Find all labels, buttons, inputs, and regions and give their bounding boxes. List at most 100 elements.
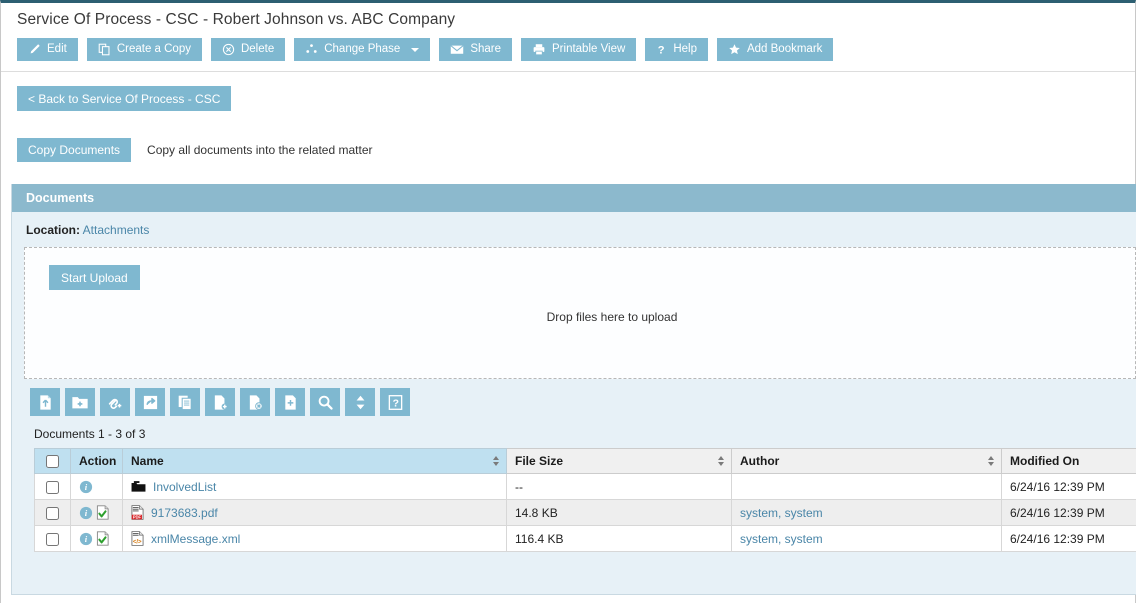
change-phase-button[interactable]: Change Phase (294, 38, 431, 61)
location-link-attachments[interactable]: Attachments (83, 223, 150, 237)
help-button[interactable]: ? Help (645, 38, 708, 61)
table-row: i PDF 9173683.pdf 14.8 KB system, system… (34, 499, 1136, 526)
row-modified-on-cell: 6/24/16 12:39 PM (1001, 473, 1136, 500)
star-icon (728, 43, 741, 56)
delete-circle-icon (222, 43, 235, 56)
row-select-cell (34, 525, 71, 552)
question-mark-icon: ? (656, 43, 667, 56)
start-upload-button[interactable]: Start Upload (49, 265, 140, 290)
main-toolbar: Edit Create a Copy Delete Change Phase S… (1, 29, 1135, 61)
sort-button[interactable] (345, 388, 375, 416)
sort-indicator-name[interactable] (493, 456, 499, 466)
file-dropzone[interactable]: Start Upload Drop files here to upload (24, 247, 1136, 379)
move-document-button[interactable] (135, 388, 165, 416)
row-file-size-cell: 14.8 KB (506, 499, 732, 526)
copy-documents-note: Copy all documents into the related matt… (147, 143, 373, 157)
column-header-modified-on-label: Modified On (1010, 454, 1080, 468)
column-header-author-label: Author (740, 454, 780, 468)
row-author-link[interactable]: system, system (740, 506, 823, 520)
row-file-size-cell: -- (506, 473, 732, 500)
new-document-button[interactable] (275, 388, 305, 416)
xml-icon: </> (131, 531, 144, 546)
upload-document-button[interactable] (30, 388, 60, 416)
printable-view-button[interactable]: Printable View (521, 38, 637, 61)
copy-documents-button[interactable]: Copy Documents (17, 138, 132, 162)
create-a-copy-button[interactable]: Create a Copy (86, 38, 202, 61)
column-header-file-size[interactable]: File Size (506, 448, 732, 474)
add-bookmark-button[interactable]: Add Bookmark (716, 38, 834, 61)
location-label: Location: (26, 223, 80, 237)
document-check-icon[interactable] (96, 505, 110, 520)
file-name-link[interactable]: InvolvedList (153, 480, 216, 494)
row-modified-on-cell: 6/24/16 12:39 PM (1001, 499, 1136, 526)
add-link-button[interactable] (100, 388, 130, 416)
delete-document-icon (247, 394, 264, 411)
row-author-cell (731, 473, 1002, 500)
documents-icon-toolbar: ? (12, 379, 1136, 425)
back-to-service-of-process-button[interactable]: < Back to Service Of Process - CSC (17, 86, 232, 111)
share-button[interactable]: Share (439, 38, 513, 61)
column-header-action: Action (70, 448, 123, 474)
row-checkbox[interactable] (46, 506, 59, 520)
copy-icon (98, 43, 111, 56)
row-author-link[interactable]: system, system (740, 532, 823, 546)
row-select-cell (34, 473, 71, 500)
back-row: < Back to Service Of Process - CSC (1, 72, 1135, 111)
copy-documents-row: Copy Documents Copy all documents into t… (1, 111, 1135, 162)
delete-document-button[interactable] (240, 388, 270, 416)
column-header-modified-on[interactable]: Modified On (1001, 448, 1136, 474)
file-name-link[interactable]: 9173683.pdf (151, 506, 218, 520)
info-icon[interactable]: i (79, 479, 93, 494)
documents-panel: Documents Location: Attachments Start Up… (11, 184, 1136, 595)
add-bookmark-label: Add Bookmark (746, 42, 823, 55)
edit-button[interactable]: Edit (17, 38, 78, 61)
documents-table-wrapper: Action Name File Size Author Modified On… (12, 448, 1136, 552)
column-header-author[interactable]: Author (731, 448, 1002, 474)
checkout-document-icon (212, 394, 229, 411)
sort-icon (353, 394, 368, 411)
search-button[interactable] (310, 388, 340, 416)
help-button-label: Help (673, 42, 697, 55)
row-checkbox[interactable] (46, 532, 59, 546)
move-document-icon (142, 394, 159, 411)
change-phase-label: Change Phase (324, 42, 401, 55)
row-name-cell: InvolvedList (122, 473, 507, 500)
pdf-icon: PDF (131, 505, 144, 520)
info-icon[interactable]: i (79, 505, 96, 519)
pencil-icon (28, 43, 41, 56)
chevron-down-icon[interactable] (411, 47, 420, 52)
column-header-action-label: Action (79, 454, 117, 468)
new-folder-button[interactable] (65, 388, 95, 416)
sort-indicator-file-size[interactable] (718, 456, 724, 466)
info-icon[interactable]: i (79, 531, 96, 545)
svg-text:?: ? (658, 45, 665, 56)
add-link-icon (106, 394, 124, 411)
create-a-copy-label: Create a Copy (116, 42, 191, 55)
row-name-cell: </> xmlMessage.xml (122, 525, 507, 552)
row-action-cell: i (70, 525, 123, 552)
column-header-name[interactable]: Name (122, 448, 507, 474)
edit-button-label: Edit (47, 42, 67, 55)
svg-text:</>: </> (133, 540, 142, 546)
select-all-checkbox[interactable] (46, 455, 59, 469)
printable-view-label: Printable View (552, 42, 626, 55)
select-all-header (34, 448, 71, 474)
row-name-cell: PDF 9173683.pdf (122, 499, 507, 526)
row-file-size-cell: 116.4 KB (506, 525, 732, 552)
file-name-link[interactable]: xmlMessage.xml (151, 532, 240, 546)
documents-help-button[interactable]: ? (380, 388, 410, 416)
document-check-icon[interactable] (96, 531, 110, 546)
copy-documents-icon-button[interactable] (170, 388, 200, 416)
printer-icon (532, 43, 546, 56)
column-header-name-label: Name (131, 454, 164, 468)
checkout-document-button[interactable] (205, 388, 235, 416)
row-checkbox[interactable] (46, 480, 59, 494)
help-icon: ? (387, 394, 404, 411)
search-icon (317, 394, 334, 411)
svg-text:?: ? (392, 398, 398, 409)
delete-button[interactable]: Delete (210, 38, 286, 61)
row-action-cell: i (70, 473, 123, 500)
sort-indicator-author[interactable] (988, 456, 994, 466)
folder-icon (131, 480, 146, 493)
documents-table: Action Name File Size Author Modified On… (34, 448, 1136, 552)
